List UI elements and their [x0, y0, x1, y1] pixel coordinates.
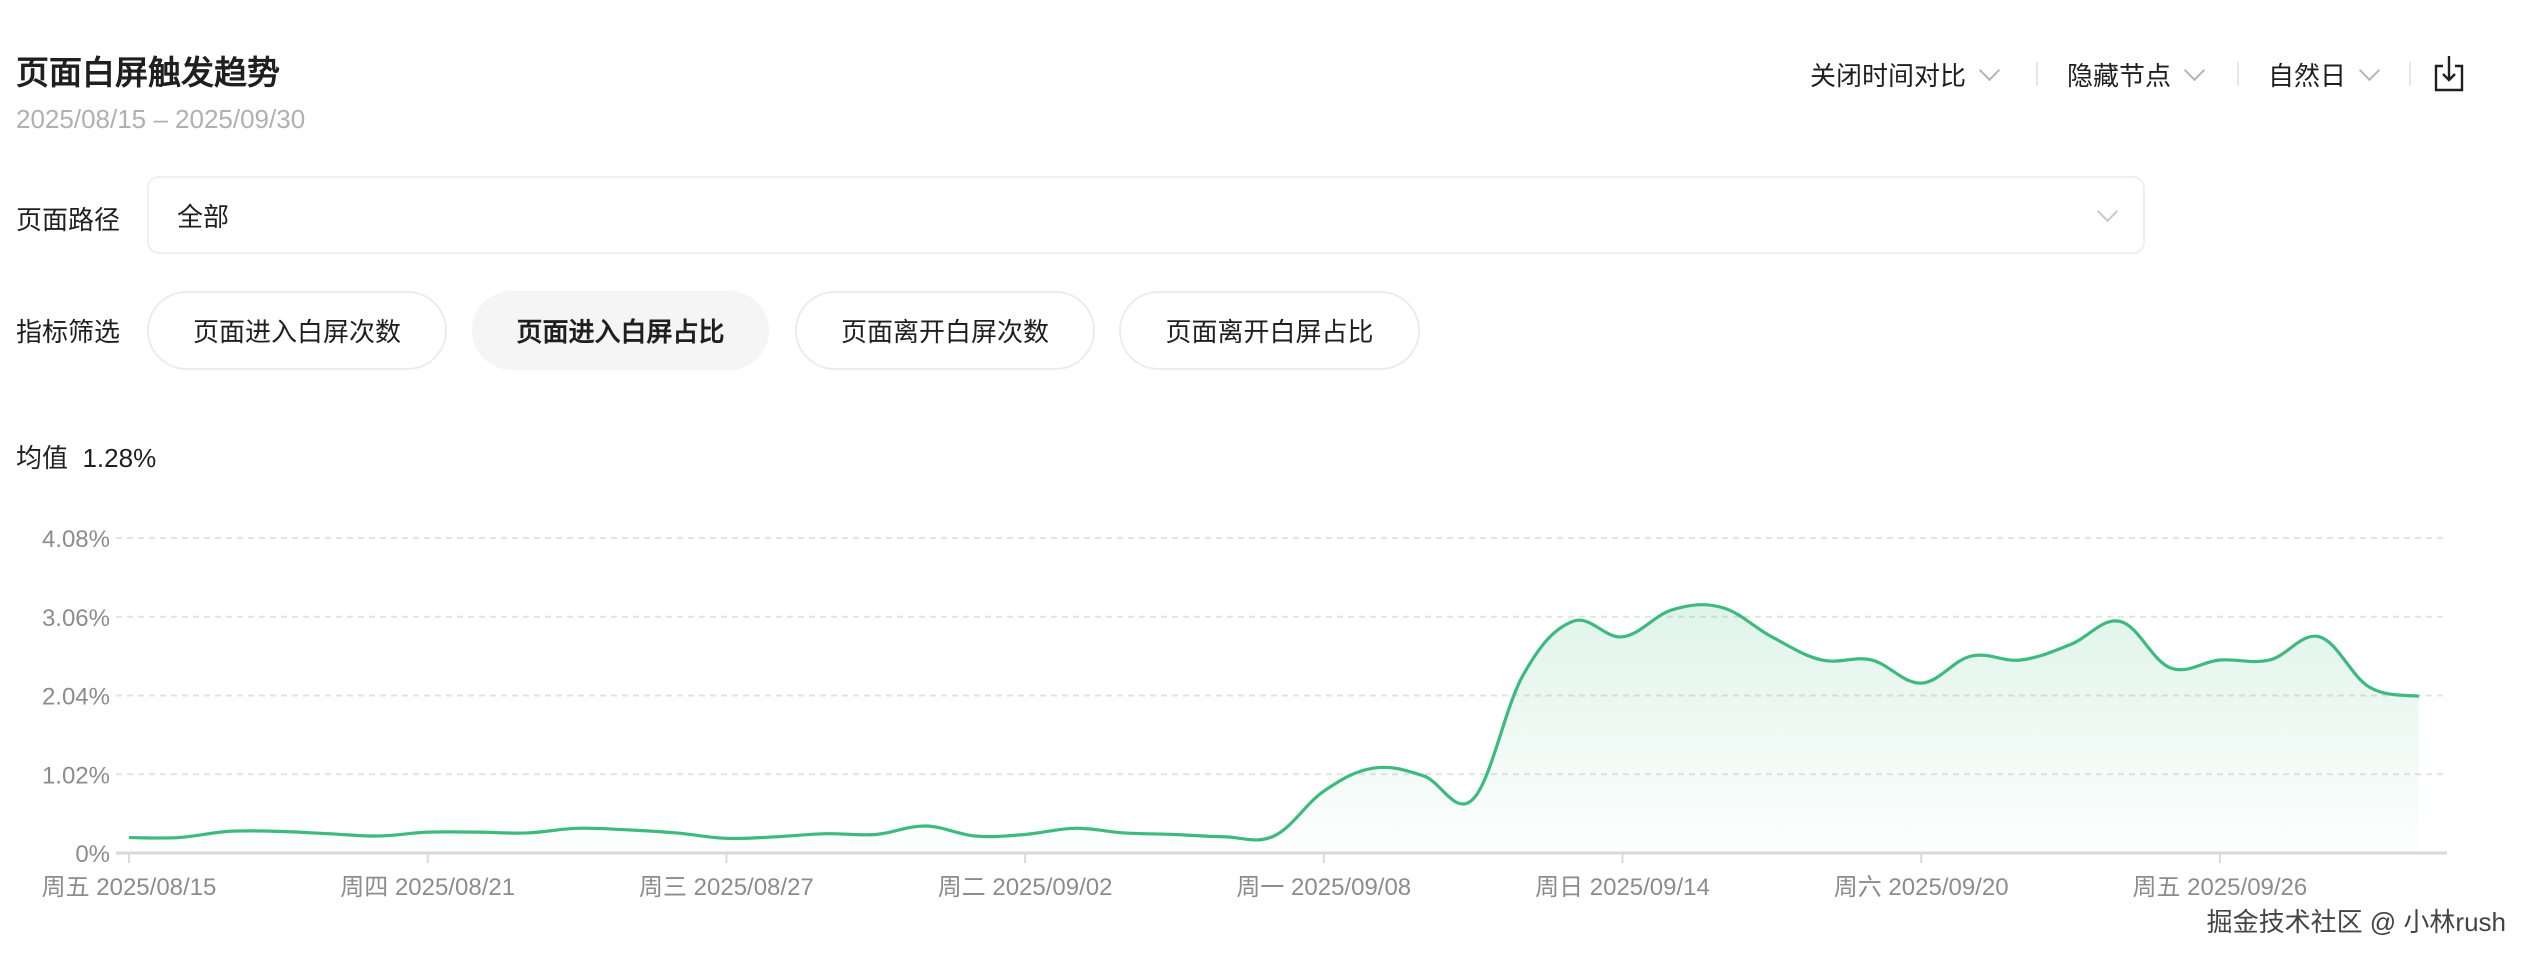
watermark: 掘金技术社区 @ 小林rush: [2206, 907, 2506, 937]
x-tick-label: 周四 2025/08/21: [340, 874, 515, 901]
y-tick-label: 0%: [75, 841, 110, 868]
x-tick-label: 周五 2025/09/26: [2132, 874, 2307, 901]
y-tick-label: 2.04%: [42, 684, 110, 711]
y-tick-label: 4.08%: [42, 526, 110, 553]
y-tick-label: 1.02%: [42, 762, 110, 789]
x-tick-label: 周一 2025/09/08: [1236, 874, 1411, 901]
y-tick-label: 3.06%: [42, 605, 110, 632]
x-tick-label: 周日 2025/09/14: [1535, 874, 1710, 901]
trend-chart: 0% 1.02% 2.04% 3.06% 4.08% 周五 2025/08/15 周四 2…: [42, 526, 2447, 901]
x-tick-label: 周三 2025/08/27: [639, 874, 814, 901]
x-tick-label: 周五 2025/08/15: [42, 874, 217, 901]
x-tick-label: 周六 2025/09/20: [1834, 874, 2009, 901]
x-tick-label: 周二 2025/09/02: [938, 874, 1113, 901]
